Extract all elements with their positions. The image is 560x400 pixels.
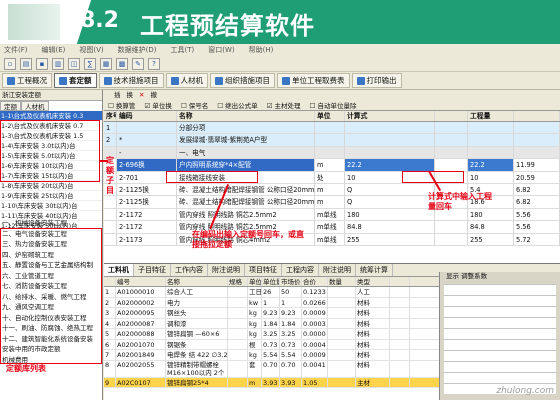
tab-item-features[interactable]: 子目特征: [134, 264, 171, 276]
quota-item[interactable]: 1-10\车床安装 30t以内)台: [0, 201, 102, 211]
menu-bar: 文件(F) 编辑(E) 视图(V) 数据维护(D) 工具(T) 窗口(W) 帮助…: [0, 44, 560, 56]
tab-project-overview[interactable]: 工程概况: [2, 73, 52, 88]
insert-button[interactable]: 插: [114, 90, 121, 101]
tab-tech-measures[interactable]: 技术措施项目: [98, 73, 164, 88]
opt-main-material[interactable]: ☑ 主材处理: [267, 101, 301, 110]
opt-formula[interactable]: ☐ 继出公式单: [217, 101, 257, 110]
grid-icon[interactable]: ▩: [116, 57, 128, 70]
slide-header: 8.2 工程预结算软件: [0, 0, 560, 44]
annotation-calc: 计算式中输入工程量回车: [428, 192, 492, 211]
menu-view[interactable]: 视图(V): [79, 44, 103, 56]
help-icon[interactable]: ?: [148, 57, 160, 70]
tab-project-content[interactable]: 工程内容: [282, 264, 319, 276]
table-row[interactable]: 2-1173 管内穿线 照明线路 铜芯4mm2 m单线 255 255 5.72: [104, 233, 560, 246]
menu-edit[interactable]: 编辑(E): [42, 44, 66, 56]
tab-labor-material-left[interactable]: 人材机: [21, 101, 49, 111]
adjust-panel-header: 显示 调整系数: [446, 272, 488, 280]
table-row[interactable]: - 一、电气: [104, 146, 560, 160]
opt-conversion[interactable]: ☐ 换算管: [108, 101, 135, 110]
delete-icon[interactable]: ✕: [139, 90, 144, 101]
table-row[interactable]: 2-1172 管内穿线 照明线路 铜芯2.5mm2 m单线 84.8 84.8 5.56: [104, 221, 560, 234]
preview-icon[interactable]: ◫: [68, 57, 80, 70]
org-icon: [215, 76, 223, 85]
print-output-icon: [356, 76, 365, 85]
section-number: 8.2: [80, 8, 119, 33]
tab-fee-table[interactable]: 单位工程取费表: [277, 73, 350, 88]
slide-title: 工程预结算软件: [140, 11, 315, 40]
menu-data[interactable]: 数据维护(D): [118, 44, 157, 56]
adjust-grid[interactable]: [444, 284, 556, 394]
menu-help[interactable]: 帮助(H): [249, 44, 274, 56]
annotation-input-code: 在编码出输入定额号回车，或直接拖拉定额: [192, 230, 304, 249]
tree-item[interactable]: 一、机械设备安装工程: [0, 218, 103, 229]
watermark: zhulong.com: [496, 386, 554, 396]
tech-icon: [103, 76, 112, 85]
quota-items-highlight: [0, 120, 100, 182]
code-cell-highlight: [166, 171, 258, 183]
opt-unit[interactable]: ☑ 单位换: [144, 101, 171, 110]
header-decoration-stripe: [8, 4, 60, 40]
tab-print-output[interactable]: 打印输出: [351, 73, 402, 88]
tab-quota[interactable]: 定额: [0, 101, 21, 111]
calc-icon[interactable]: ∑: [84, 57, 96, 70]
main-tab-bar: 工程概况 套定额 技术措施项目 人材机 组织措施项目 单位工程取费表 打印输出: [0, 72, 560, 90]
tab-notes[interactable]: 附注说明: [208, 264, 245, 276]
grid-header: 序号 编码 名称 单位 计算式 工程量: [104, 111, 560, 122]
left-tabs: 定额 人材机: [0, 101, 102, 111]
table-row-selected[interactable]: 2-696换 户内照明系统穿*4×配管 m 22.2 22.2 11.99: [104, 159, 560, 172]
arrow-quota-sub: [100, 160, 108, 162]
replace-button[interactable]: 换: [127, 90, 134, 101]
opt-auto-unit[interactable]: ☐ 自动单位量除: [310, 101, 357, 110]
table-row[interactable]: 2 * 发展绿城·翡翠城-紫荆苑A户型: [104, 134, 560, 147]
tool-icon[interactable]: ✎: [132, 57, 144, 70]
menu-window[interactable]: 窗口(W): [208, 44, 234, 56]
tab-project-features[interactable]: 项目特征: [245, 264, 282, 276]
print-icon[interactable]: ▥: [52, 57, 64, 70]
quota-item[interactable]: 1-9\车床安装 25t以内)台: [0, 191, 102, 201]
options-bar: ☐ 换算管 ☑ 单位换 ☐ 保号名 ☐ 继出公式单 ☑ 主材处理 ☐ 自动单位量…: [104, 101, 560, 111]
quota-icon: [59, 76, 67, 85]
quota-library-name[interactable]: 浙江安装定额: [0, 90, 102, 101]
fee-icon: [282, 76, 290, 85]
undo-button[interactable]: 撤: [150, 90, 157, 101]
table-row[interactable]: 1 分部分项: [104, 122, 560, 135]
tab-notes-2[interactable]: 附注说明: [319, 264, 356, 276]
save-icon[interactable]: ▪: [36, 57, 48, 70]
annotation-quota-library: 定额库列表: [6, 364, 46, 373]
menu-tools[interactable]: 工具(T): [171, 44, 195, 56]
chart-icon[interactable]: ▦: [100, 57, 112, 70]
overview-icon: [7, 76, 15, 85]
quota-item[interactable]: 1-8\车床安装 20t以内)台: [0, 181, 102, 191]
opt-keep-name[interactable]: ☐ 保号名: [181, 101, 208, 110]
tab-overall-calc[interactable]: 统筹计算: [356, 264, 393, 276]
new-icon[interactable]: ▫: [4, 57, 16, 70]
labor-icon: [170, 76, 179, 85]
tab-org-measures[interactable]: 组织措施项目: [210, 73, 275, 88]
formula-input[interactable]: 22.2: [345, 159, 435, 171]
tab-labor-material[interactable]: 人材机: [165, 73, 208, 88]
icon-toolbar: ▫ ▤ ▪ ▥ ◫ ∑ ▦ ▩ ✎ ?: [0, 56, 560, 72]
tab-labor-material-detail[interactable]: 工料机: [104, 264, 134, 276]
annotation-quota-sub: 定额子目: [106, 156, 114, 195]
quota-library-highlight: [0, 228, 102, 364]
tab-work-content[interactable]: 工作内容: [171, 264, 208, 276]
menu-file[interactable]: 文件(F): [4, 44, 28, 56]
adjust-panel: 显示 调整系数: [439, 272, 560, 400]
open-icon[interactable]: ▤: [20, 57, 32, 70]
grid-toolbar: 插 换 ✕ 撤: [104, 90, 560, 101]
tab-apply-quota[interactable]: 套定额: [54, 73, 97, 88]
